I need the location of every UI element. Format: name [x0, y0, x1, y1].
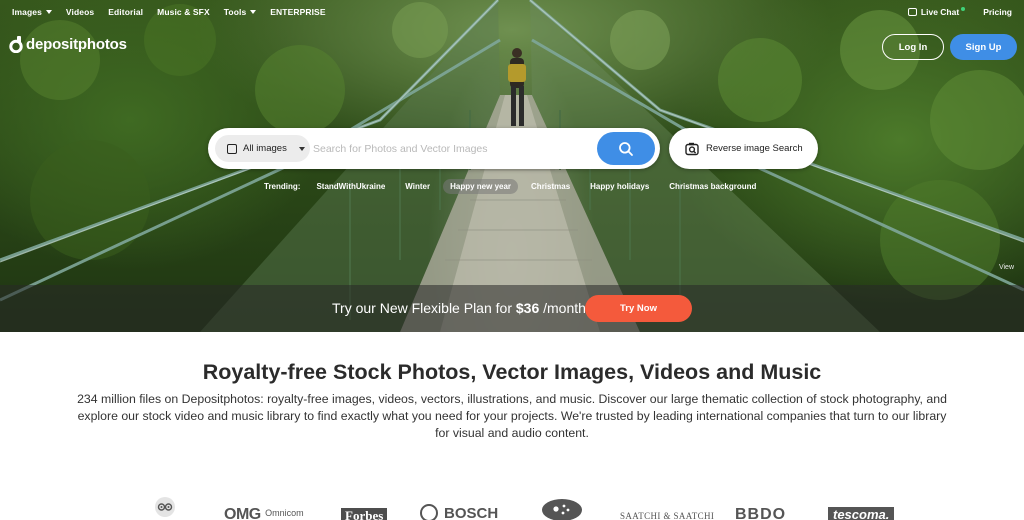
promo-price: $36	[515, 300, 540, 316]
page-description: 234 million files on Depositphotos: roya…	[77, 392, 947, 440]
chevron-down-icon	[45, 10, 52, 14]
live-chat-link[interactable]: Live Chat	[907, 7, 966, 17]
tripadvisor-logo	[154, 496, 176, 520]
search-icon	[619, 141, 633, 156]
promo-strip: Try our New Flexible Plan for $36 /month	[0, 285, 1024, 332]
client-logos: OMG Omnicom Forbes BOSCH SAATCHI & SAATC…	[0, 496, 1024, 520]
page-headline: Royalty-free Stock Photos, Vector Images…	[202, 360, 822, 384]
nav-item-music-sfx[interactable]: Music & SFX	[157, 7, 210, 17]
pricing-link[interactable]: Pricing	[983, 7, 1012, 17]
depositphotos-logo-icon	[9, 36, 23, 53]
chat-icon	[907, 8, 917, 16]
search-bar: All images	[208, 128, 660, 169]
chevron-down-icon	[298, 146, 305, 151]
forbes-logo: Forbes	[341, 508, 388, 520]
subaru-logo	[541, 498, 583, 520]
nav-item-images[interactable]: Images	[12, 7, 52, 17]
camera-search-icon	[685, 142, 699, 155]
trending-label: Trending:	[264, 182, 301, 191]
hero-banner: Images Videos Editorial Music & SFX Tool…	[0, 0, 1024, 332]
bosch-emblem-icon	[420, 504, 438, 520]
reverse-image-search-button[interactable]: Reverse image Search	[669, 128, 818, 169]
trending-tag[interactable]: Winter	[398, 179, 437, 194]
tescoma-logo: tescoma.	[828, 507, 895, 520]
omnicom-logo: OMG Omnicom	[224, 506, 304, 520]
trending-tag[interactable]: Christmas	[524, 179, 577, 194]
brand-logo[interactable]: depositphotos	[9, 36, 127, 53]
nav-item-videos[interactable]: Videos	[66, 7, 94, 17]
view-image-link[interactable]: View	[999, 264, 1014, 271]
nav-item-editorial[interactable]: Editorial	[108, 7, 143, 17]
try-now-button[interactable]: Try Now	[585, 295, 692, 322]
nav-item-tools[interactable]: Tools	[224, 7, 257, 17]
chevron-down-icon	[250, 10, 257, 14]
trending-tag[interactable]: Christmas background	[662, 179, 763, 194]
saatchi-logo: SAATCHI & SAATCHI	[620, 511, 715, 520]
promo-text: Try our New Flexible Plan for $36 /month	[332, 300, 586, 316]
signup-button[interactable]: Sign Up	[950, 34, 1017, 60]
nav-item-enterprise[interactable]: ENTERPRISE	[270, 7, 325, 17]
trending-tags: Trending: StandWithUkraine Winter Happy …	[264, 178, 763, 195]
trending-tag[interactable]: Happy holidays	[583, 179, 656, 194]
subaru-emblem-icon	[542, 499, 582, 520]
online-status-icon	[961, 7, 966, 11]
bosch-logo: BOSCH	[420, 504, 498, 520]
top-nav: Images Videos Editorial Music & SFX Tool…	[12, 7, 326, 17]
search-button[interactable]	[597, 132, 655, 165]
login-button[interactable]: Log In	[882, 34, 944, 60]
category-select[interactable]: All images	[215, 135, 310, 162]
bbdo-logo: BBDO	[735, 506, 787, 520]
trending-tag[interactable]: Happy new year	[443, 179, 519, 194]
image-icon	[227, 143, 237, 154]
trending-tag[interactable]: StandWithUkraine	[309, 179, 392, 194]
tripadvisor-owl-icon	[155, 497, 175, 517]
top-right-nav: Live Chat Pricing	[907, 7, 1012, 17]
search-input[interactable]	[313, 138, 588, 159]
brand-name: depositphotos	[26, 36, 127, 53]
